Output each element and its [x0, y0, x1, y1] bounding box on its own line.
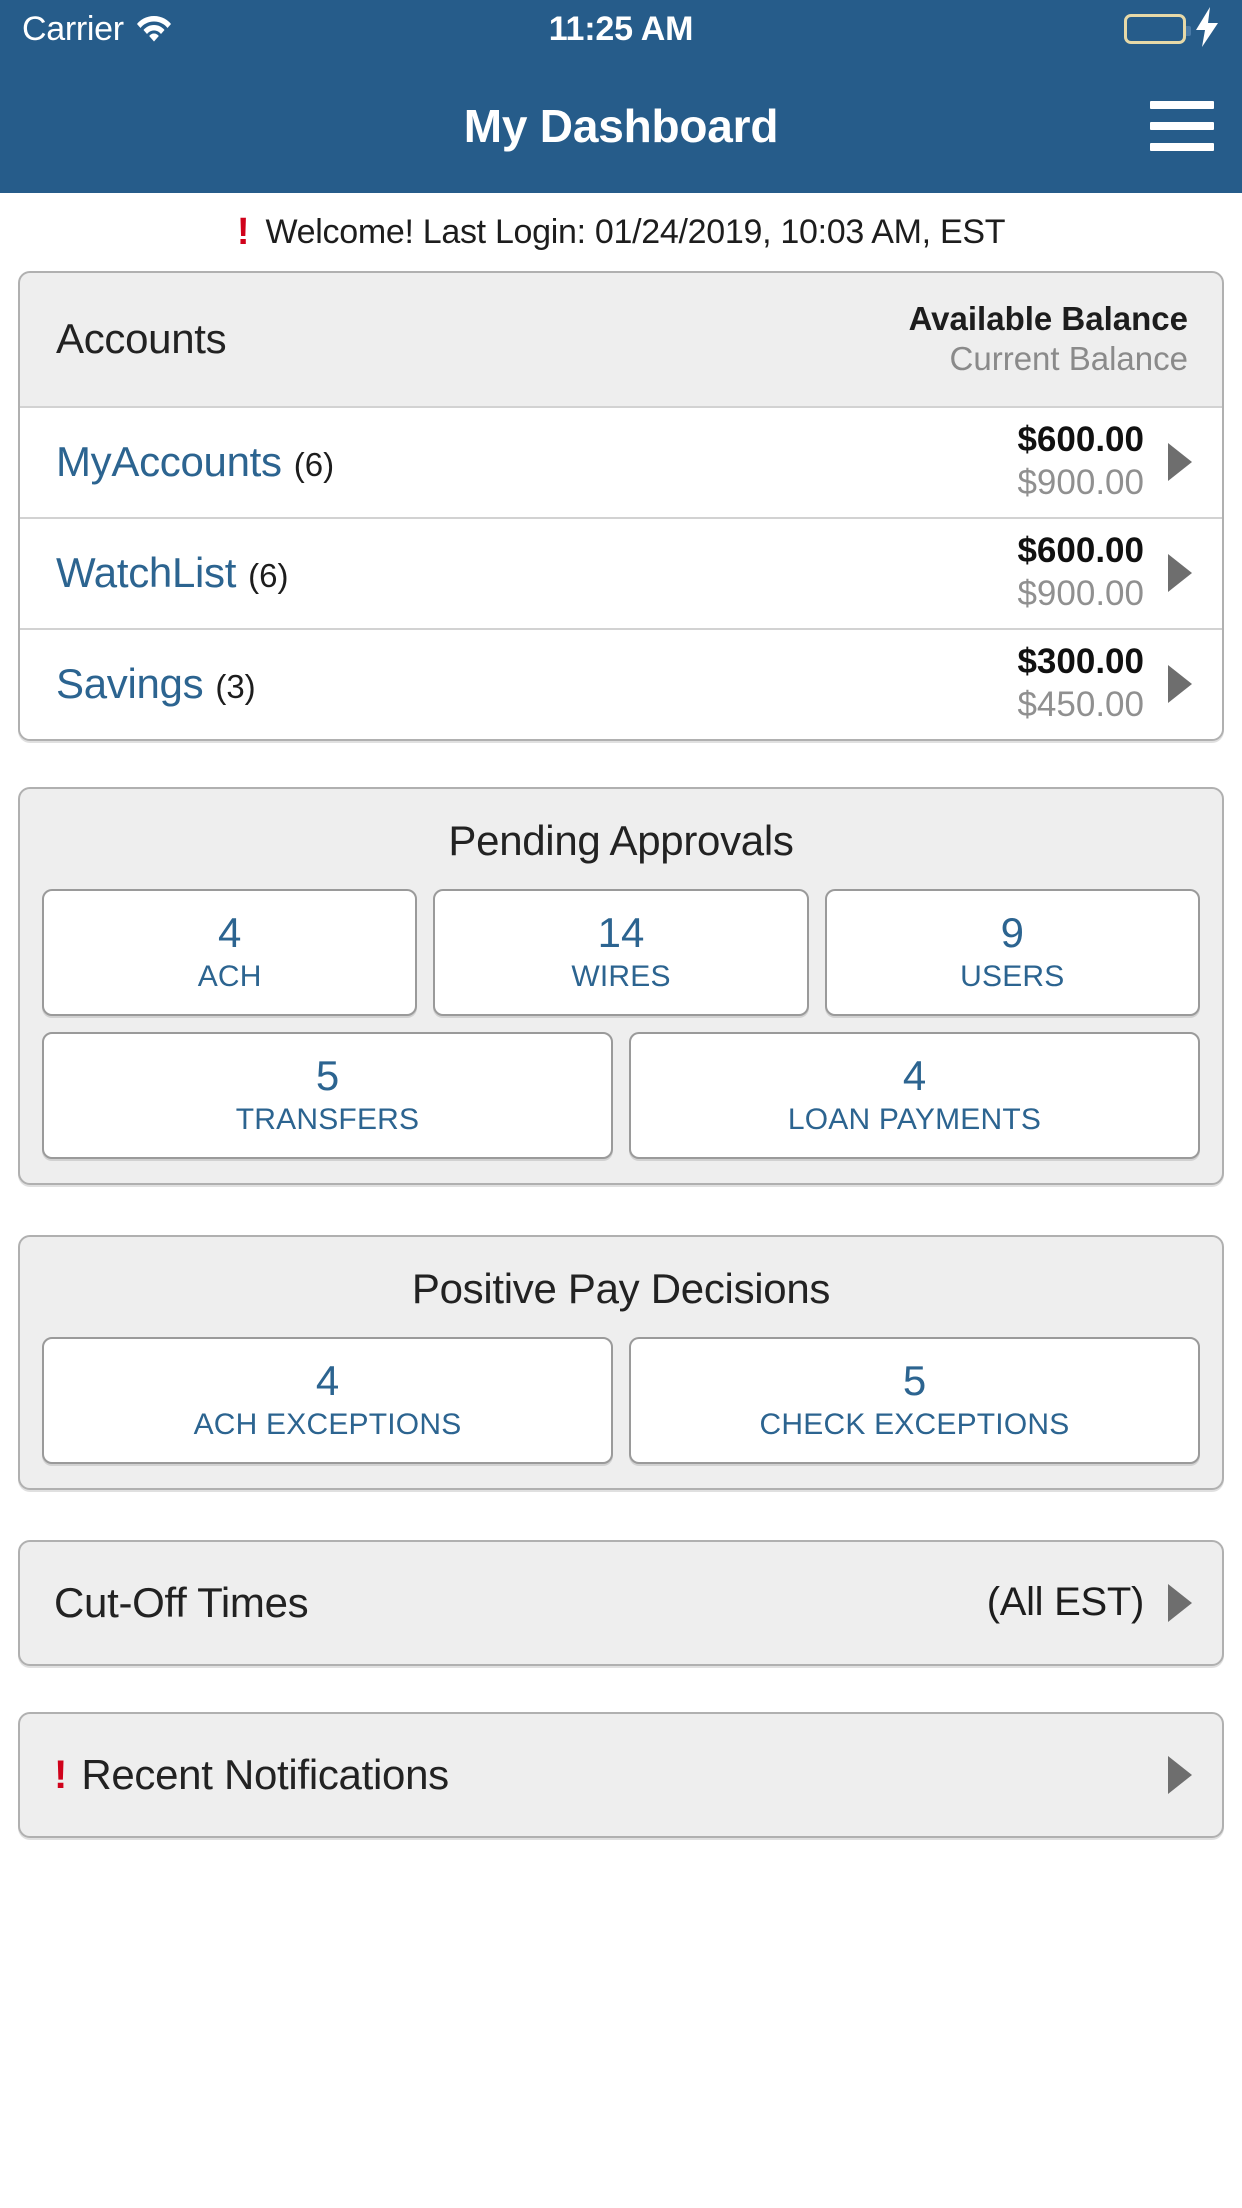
account-name-link[interactable]: Savings: [56, 660, 204, 708]
available-balance-label: Available Balance: [908, 300, 1188, 337]
chevron-right-icon[interactable]: [1168, 554, 1192, 592]
chevron-right-icon[interactable]: [1168, 1583, 1192, 1622]
account-row-myaccounts[interactable]: MyAccounts (6) $600.00 $900.00: [20, 405, 1222, 517]
lightning-bolt-icon: [1194, 6, 1220, 52]
account-name-link[interactable]: MyAccounts: [56, 438, 282, 486]
tile-count: 4: [217, 908, 242, 956]
current-balance-value: $450.00: [1017, 685, 1144, 724]
positive-pay-row: 4 ACH EXCEPTIONS 5 CHECK EXCEPTIONS: [42, 1336, 1200, 1464]
positive-pay-card: Positive Pay Decisions 4 ACH EXCEPTIONS …: [18, 1234, 1224, 1490]
accounts-card-header: Accounts Available Balance Current Balan…: [20, 273, 1222, 406]
tile-ach[interactable]: 4 ACH: [42, 888, 418, 1016]
accounts-card: Accounts Available Balance Current Balan…: [18, 271, 1224, 741]
tile-count: 14: [597, 908, 645, 956]
current-balance-value: $900.00: [1017, 574, 1144, 613]
tile-label: LOAN PAYMENTS: [787, 1102, 1042, 1136]
tile-label: TRANSFERS: [235, 1102, 420, 1136]
status-bar-left: Carrier: [22, 10, 172, 49]
account-balances: $300.00 $450.00: [1017, 641, 1144, 726]
navigation-bar: My Dashboard: [0, 58, 1242, 193]
chevron-right-icon[interactable]: [1168, 443, 1192, 481]
tile-loan-payments[interactable]: 4 LOAN PAYMENTS: [629, 1031, 1200, 1159]
recent-notifications-left: ! Recent Notifications: [54, 1751, 449, 1799]
current-balance-value: $900.00: [1017, 463, 1144, 502]
cut-off-times-left: Cut-Off Times: [54, 1578, 309, 1627]
tile-ach-exceptions[interactable]: 4 ACH EXCEPTIONS: [42, 1336, 613, 1464]
pending-approvals-row-2: 5 TRANSFERS 4 LOAN PAYMENTS: [42, 1031, 1200, 1159]
account-name-group: WatchList (6): [56, 549, 288, 597]
current-balance-label: Current Balance: [949, 340, 1188, 378]
pending-approvals-card: Pending Approvals 4 ACH 14 WIRES 9 USERS…: [18, 786, 1224, 1185]
chevron-right-icon[interactable]: [1168, 1755, 1192, 1794]
tile-count: 9: [1000, 908, 1024, 956]
status-bar-right: [1124, 6, 1220, 52]
page-title: My Dashboard: [463, 99, 779, 152]
tile-label: ACH: [197, 959, 262, 993]
welcome-banner: ! Welcome! Last Login: 01/24/2019, 10:03…: [18, 193, 1224, 271]
available-balance-value: $300.00: [1017, 642, 1144, 682]
dashboard-content: ! Welcome! Last Login: 01/24/2019, 10:03…: [0, 193, 1242, 1838]
tile-count: 5: [902, 1356, 927, 1404]
account-balances: $600.00 $900.00: [1017, 530, 1144, 615]
tile-check-exceptions[interactable]: 5 CHECK EXCEPTIONS: [629, 1336, 1200, 1464]
status-bar: Carrier 11:25 AM: [0, 0, 1242, 58]
carrier-label: Carrier: [22, 9, 124, 48]
status-time: 11:25 AM: [548, 9, 694, 48]
cut-off-times-meta: (All EST): [986, 1580, 1145, 1625]
tile-label: CHECK EXCEPTIONS: [759, 1407, 1070, 1441]
account-row-watchlist[interactable]: WatchList (6) $600.00 $900.00: [20, 516, 1222, 628]
tile-count: 4: [315, 1356, 340, 1404]
cut-off-times-card[interactable]: Cut-Off Times (All EST): [18, 1539, 1224, 1666]
account-name-group: Savings (3): [56, 660, 256, 708]
accounts-title: Accounts: [56, 315, 227, 363]
welcome-message: Welcome! Last Login: 01/24/2019, 10:03 A…: [265, 212, 1006, 251]
pending-approvals-title: Pending Approvals: [448, 816, 794, 864]
tile-transfers[interactable]: 5 TRANSFERS: [42, 1031, 613, 1159]
pending-approvals-row-1: 4 ACH 14 WIRES 9 USERS: [42, 888, 1200, 1016]
tile-label: USERS: [960, 959, 1065, 993]
cut-off-times-title: Cut-Off Times: [54, 1578, 309, 1626]
account-name-group: MyAccounts (6): [56, 438, 334, 486]
tile-label: ACH EXCEPTIONS: [193, 1407, 462, 1441]
recent-notifications-card[interactable]: ! Recent Notifications: [18, 1711, 1224, 1838]
account-count: (6): [248, 557, 289, 594]
account-name-link[interactable]: WatchList: [56, 549, 236, 597]
exclamation-icon: !: [54, 1752, 68, 1797]
recent-notifications-title: Recent Notifications: [81, 1750, 449, 1798]
tile-count: 5: [315, 1051, 340, 1099]
cut-off-times-right: (All EST): [987, 1580, 1192, 1625]
positive-pay-title: Positive Pay Decisions: [411, 1264, 831, 1312]
account-row-savings[interactable]: Savings (3) $300.00 $450.00: [20, 627, 1222, 739]
available-balance-value: $600.00: [1017, 531, 1144, 571]
tile-wires[interactable]: 14 WIRES: [433, 888, 809, 1016]
account-balances: $600.00 $900.00: [1017, 419, 1144, 504]
balance-column-headers: Available Balance Current Balance: [909, 299, 1188, 380]
recent-notifications-right: [1144, 1755, 1192, 1794]
tile-count: 4: [902, 1051, 927, 1099]
account-count: (6): [293, 446, 335, 483]
wifi-icon: [136, 12, 172, 47]
account-count: (3): [215, 668, 256, 705]
hamburger-menu-icon[interactable]: [1150, 99, 1214, 153]
chevron-right-icon[interactable]: [1168, 665, 1192, 703]
battery-icon: [1124, 14, 1191, 44]
exclamation-icon: !: [236, 211, 250, 253]
tile-users[interactable]: 9 USERS: [824, 888, 1200, 1016]
tile-label: WIRES: [571, 959, 671, 993]
available-balance-value: $600.00: [1017, 420, 1144, 460]
dashboard-screen: Carrier 11:25 AM My Dashboard ! Welcome!…: [0, 0, 1242, 2208]
